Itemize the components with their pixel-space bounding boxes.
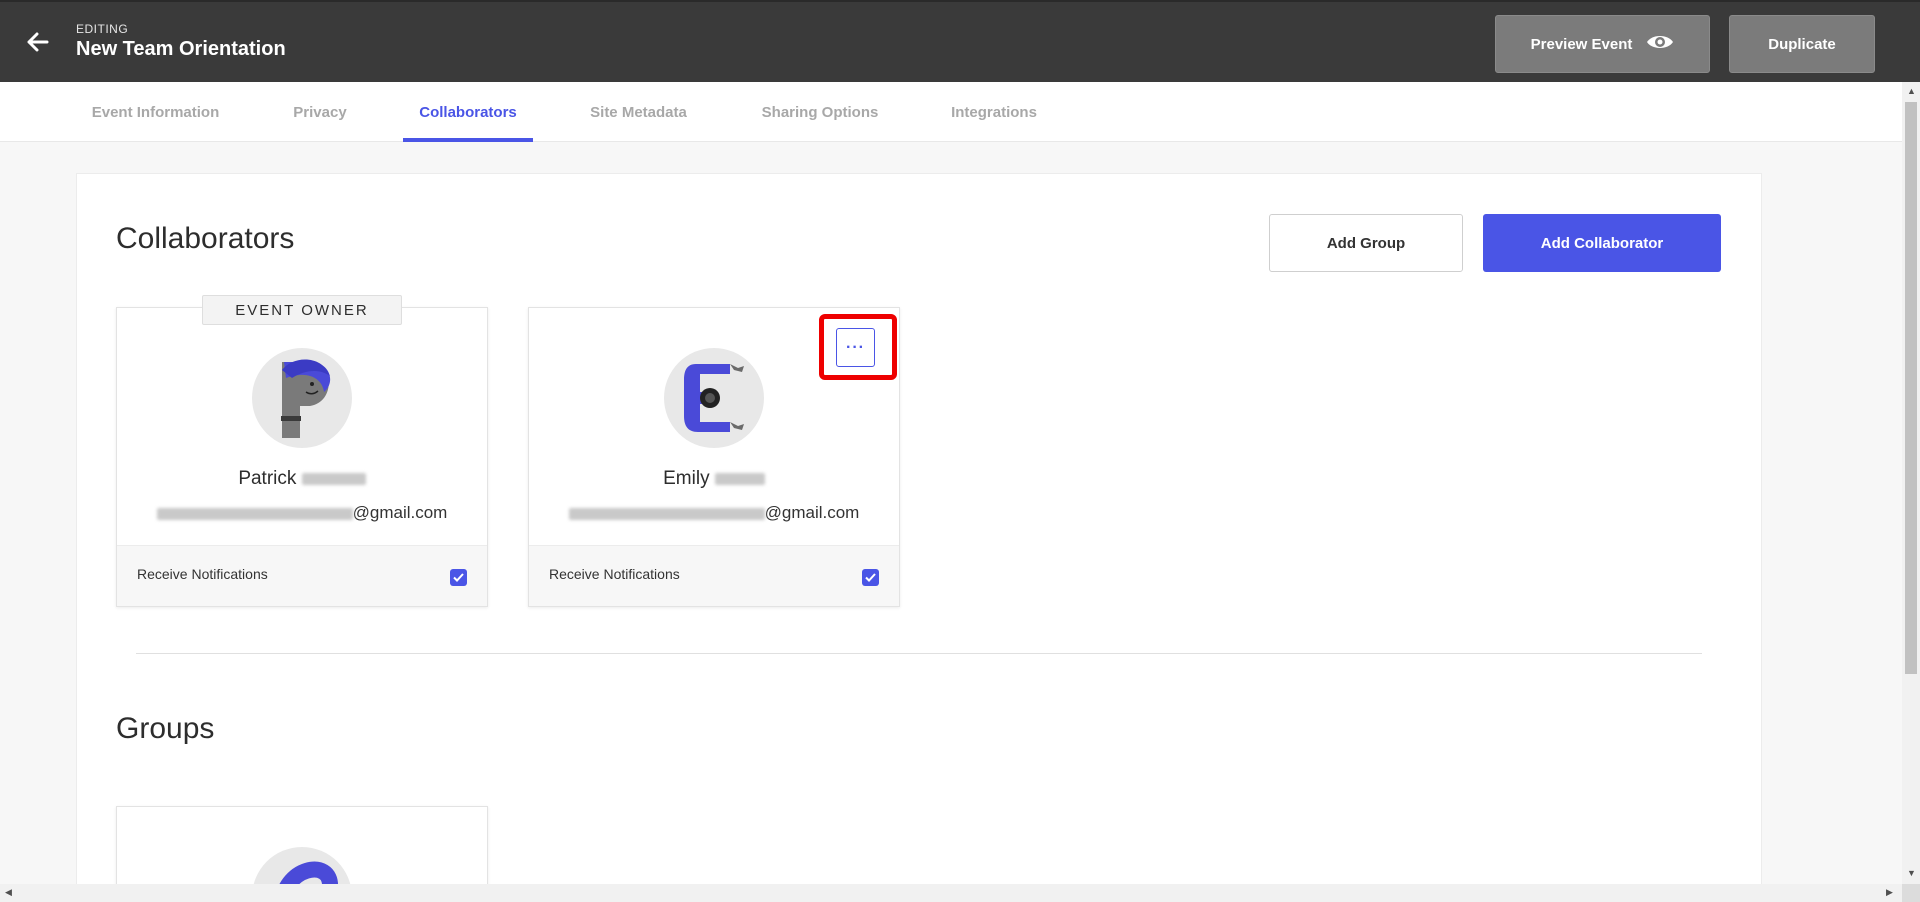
tab-collaborators[interactable]: Collaborators [403,82,533,142]
scrollbar-corner [1902,884,1920,902]
vertical-scroll-thumb[interactable] [1905,102,1917,674]
collaborator-name: Emily [529,468,899,490]
preview-event-button[interactable]: Preview Event [1495,15,1710,73]
vertical-scrollbar[interactable]: ▲ ▼ [1902,82,1920,884]
event-owner-badge: EVENT OWNER [202,295,402,325]
redacted-last-name [301,472,366,485]
scroll-down-arrow-icon[interactable]: ▼ [1907,868,1916,878]
horizontal-scrollbar[interactable]: ◀ ▶ [0,884,1902,902]
add-group-button[interactable]: Add Group [1269,214,1463,272]
collaborator-name: Patrick [117,468,487,490]
email-domain: @gmail.com [352,503,448,522]
receive-notifications-checkbox[interactable] [450,569,467,586]
eye-icon [1646,33,1674,55]
more-options-button[interactable]: ··· [836,328,875,367]
receive-notifications-label: Receive Notifications [137,566,268,582]
collaborator-first-name: Patrick [238,468,297,489]
redacted-email-user [156,507,353,520]
duplicate-button[interactable]: Duplicate [1729,15,1875,73]
letter-p-avatar-icon [252,348,352,448]
collaborator-email: @gmail.com [117,503,487,523]
back-arrow-icon[interactable] [24,28,52,56]
receive-notifications-label: Receive Notifications [549,566,680,582]
tab-bar: Event Information Privacy Collaborators … [0,82,1902,142]
redacted-last-name [714,472,765,485]
top-header-bar: EDITING New Team Orientation Preview Eve… [0,0,1920,82]
editing-label: EDITING [76,22,129,36]
add-collaborator-button[interactable]: Add Collaborator [1483,214,1721,272]
redacted-email-user [568,507,765,520]
highlight-box: ··· [819,314,897,380]
groups-heading: Groups [116,712,215,745]
checkmark-icon [865,573,876,582]
tab-site-metadata[interactable]: Site Metadata [572,82,705,142]
scroll-up-arrow-icon[interactable]: ▲ [1907,86,1916,96]
tab-privacy[interactable]: Privacy [275,82,365,142]
collaborator-first-name: Emily [663,468,710,489]
collaborators-heading: Collaborators [116,222,295,255]
tab-event-information[interactable]: Event Information [76,82,235,142]
scroll-left-arrow-icon[interactable]: ◀ [5,887,12,898]
letter-e-avatar-icon [664,348,764,448]
collaborator-card: ··· Emily @gmail.com Receive Notificatio… [528,307,900,607]
card-footer: Receive Notifications [117,545,487,606]
scroll-right-arrow-icon[interactable]: ▶ [1886,887,1893,898]
section-divider [136,653,1702,654]
card-footer: Receive Notifications [529,545,899,606]
tab-integrations[interactable]: Integrations [934,82,1054,142]
tab-sharing-options[interactable]: Sharing Options [747,82,893,142]
email-domain: @gmail.com [764,503,860,522]
event-title: New Team Orientation [76,38,286,60]
receive-notifications-checkbox[interactable] [862,569,879,586]
checkmark-icon [453,573,464,582]
preview-event-label: Preview Event [1530,35,1633,53]
collaborator-email: @gmail.com [529,503,899,523]
collaborator-card: EVENT OWNER Patrick @gmail.com Receive N… [116,295,488,607]
